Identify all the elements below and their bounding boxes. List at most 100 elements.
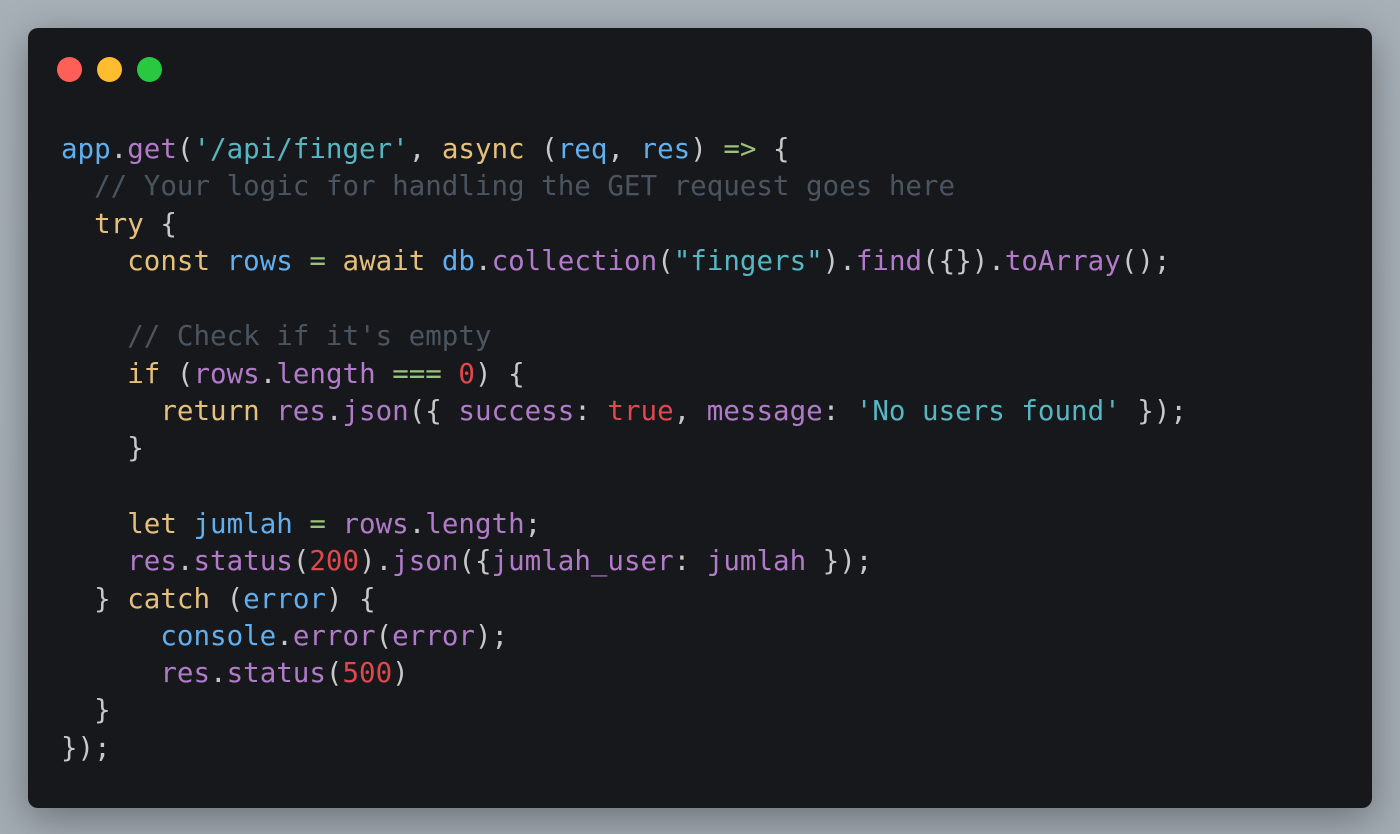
code-token: ({ bbox=[408, 395, 459, 428]
code-token: => bbox=[723, 133, 757, 165]
code-token: return bbox=[160, 395, 260, 428]
code-token: rows bbox=[342, 507, 409, 540]
code-token: ) { bbox=[325, 582, 376, 615]
code-token: }); bbox=[806, 545, 873, 578]
code-token: { bbox=[756, 133, 790, 165]
code-token: find bbox=[855, 244, 923, 277]
code-token: error bbox=[392, 619, 475, 652]
code-line: const rows = await db.collection("finger… bbox=[61, 243, 1187, 280]
code-line: res.status(500) bbox=[61, 655, 1187, 692]
code-token: length bbox=[425, 507, 525, 540]
code-line: try { bbox=[61, 206, 1187, 243]
code-token: await bbox=[342, 244, 426, 277]
code-token: error bbox=[292, 619, 376, 652]
code-token: json bbox=[342, 395, 409, 428]
code-token: ( bbox=[375, 619, 393, 652]
code-token: ( bbox=[160, 357, 194, 390]
code-window: app.get('/api/finger', async (req, res) … bbox=[28, 28, 1372, 808]
code-token: . bbox=[276, 619, 293, 652]
code-token: error bbox=[243, 582, 326, 615]
code-token: collection bbox=[491, 244, 658, 277]
code-token: json bbox=[392, 545, 459, 578]
code-token: }); bbox=[1120, 395, 1187, 428]
maximize-dot-icon[interactable] bbox=[137, 57, 162, 82]
code-token: ). bbox=[359, 545, 393, 578]
code-token: try bbox=[94, 207, 144, 240]
code-token: // Check if it's empty bbox=[61, 320, 492, 353]
code-token: : bbox=[822, 395, 856, 428]
code-token: rows bbox=[226, 244, 293, 277]
code-token: . bbox=[176, 545, 194, 578]
code-token: toArray bbox=[1004, 244, 1121, 277]
code-token: . bbox=[210, 657, 227, 690]
close-dot-icon[interactable] bbox=[57, 57, 82, 82]
code-token: length bbox=[276, 357, 376, 390]
code-line: // Your logic for handling the GET reque… bbox=[61, 168, 1187, 205]
code-token: jumlah bbox=[706, 545, 807, 578]
code-line: app.get('/api/finger', async (req, res) … bbox=[61, 131, 1187, 168]
code-token: , bbox=[673, 395, 707, 428]
code-line: } bbox=[61, 692, 1187, 729]
code-token: ( bbox=[292, 545, 310, 578]
code-token: catch bbox=[127, 582, 211, 615]
code-token: res bbox=[127, 545, 177, 578]
minimize-dot-icon[interactable] bbox=[97, 57, 122, 82]
code-token: ({}). bbox=[922, 244, 1005, 277]
code-token: } bbox=[61, 582, 128, 615]
code-token: }); bbox=[61, 731, 111, 764]
code-token: (); bbox=[1120, 244, 1171, 277]
code-line: console.error(error); bbox=[61, 618, 1187, 655]
code-token: 500 bbox=[342, 657, 393, 690]
code-line: }); bbox=[61, 730, 1187, 767]
code-token: ( bbox=[325, 657, 343, 690]
code-line: let jumlah = rows.length; bbox=[61, 506, 1187, 543]
code-token: : bbox=[574, 395, 608, 428]
code-token: . bbox=[110, 133, 128, 165]
code-token: // Your logic for handling the GET reque… bbox=[61, 170, 956, 203]
code-line: if (rows.length === 0) { bbox=[61, 356, 1187, 393]
code-token: if bbox=[127, 357, 161, 390]
code-token: let bbox=[127, 507, 177, 540]
code-token: . bbox=[325, 395, 343, 428]
code-token: db bbox=[441, 244, 475, 277]
code-token: get bbox=[127, 133, 177, 165]
code-token: req bbox=[557, 133, 608, 165]
code-token: ) bbox=[690, 133, 724, 165]
code-token: ; bbox=[524, 507, 542, 540]
code-token: ) bbox=[392, 657, 409, 690]
code-token: res bbox=[640, 133, 691, 165]
code-token: res bbox=[160, 657, 211, 690]
code-token: ({ bbox=[458, 545, 492, 578]
code-token: success bbox=[458, 395, 575, 428]
code-token: ) { bbox=[474, 357, 525, 390]
code-token: ); bbox=[474, 619, 509, 652]
code-token: console bbox=[160, 619, 277, 652]
code-token: jumlah_user bbox=[491, 545, 674, 578]
code-token: 'No users found' bbox=[855, 395, 1121, 428]
code-token: ( bbox=[210, 582, 244, 615]
window-controls bbox=[57, 57, 177, 82]
code-token: . bbox=[475, 244, 492, 277]
code-token: = bbox=[309, 244, 326, 277]
code-token: 0 bbox=[458, 357, 475, 390]
code-token: : bbox=[673, 545, 707, 578]
code-token: ( bbox=[657, 244, 674, 277]
